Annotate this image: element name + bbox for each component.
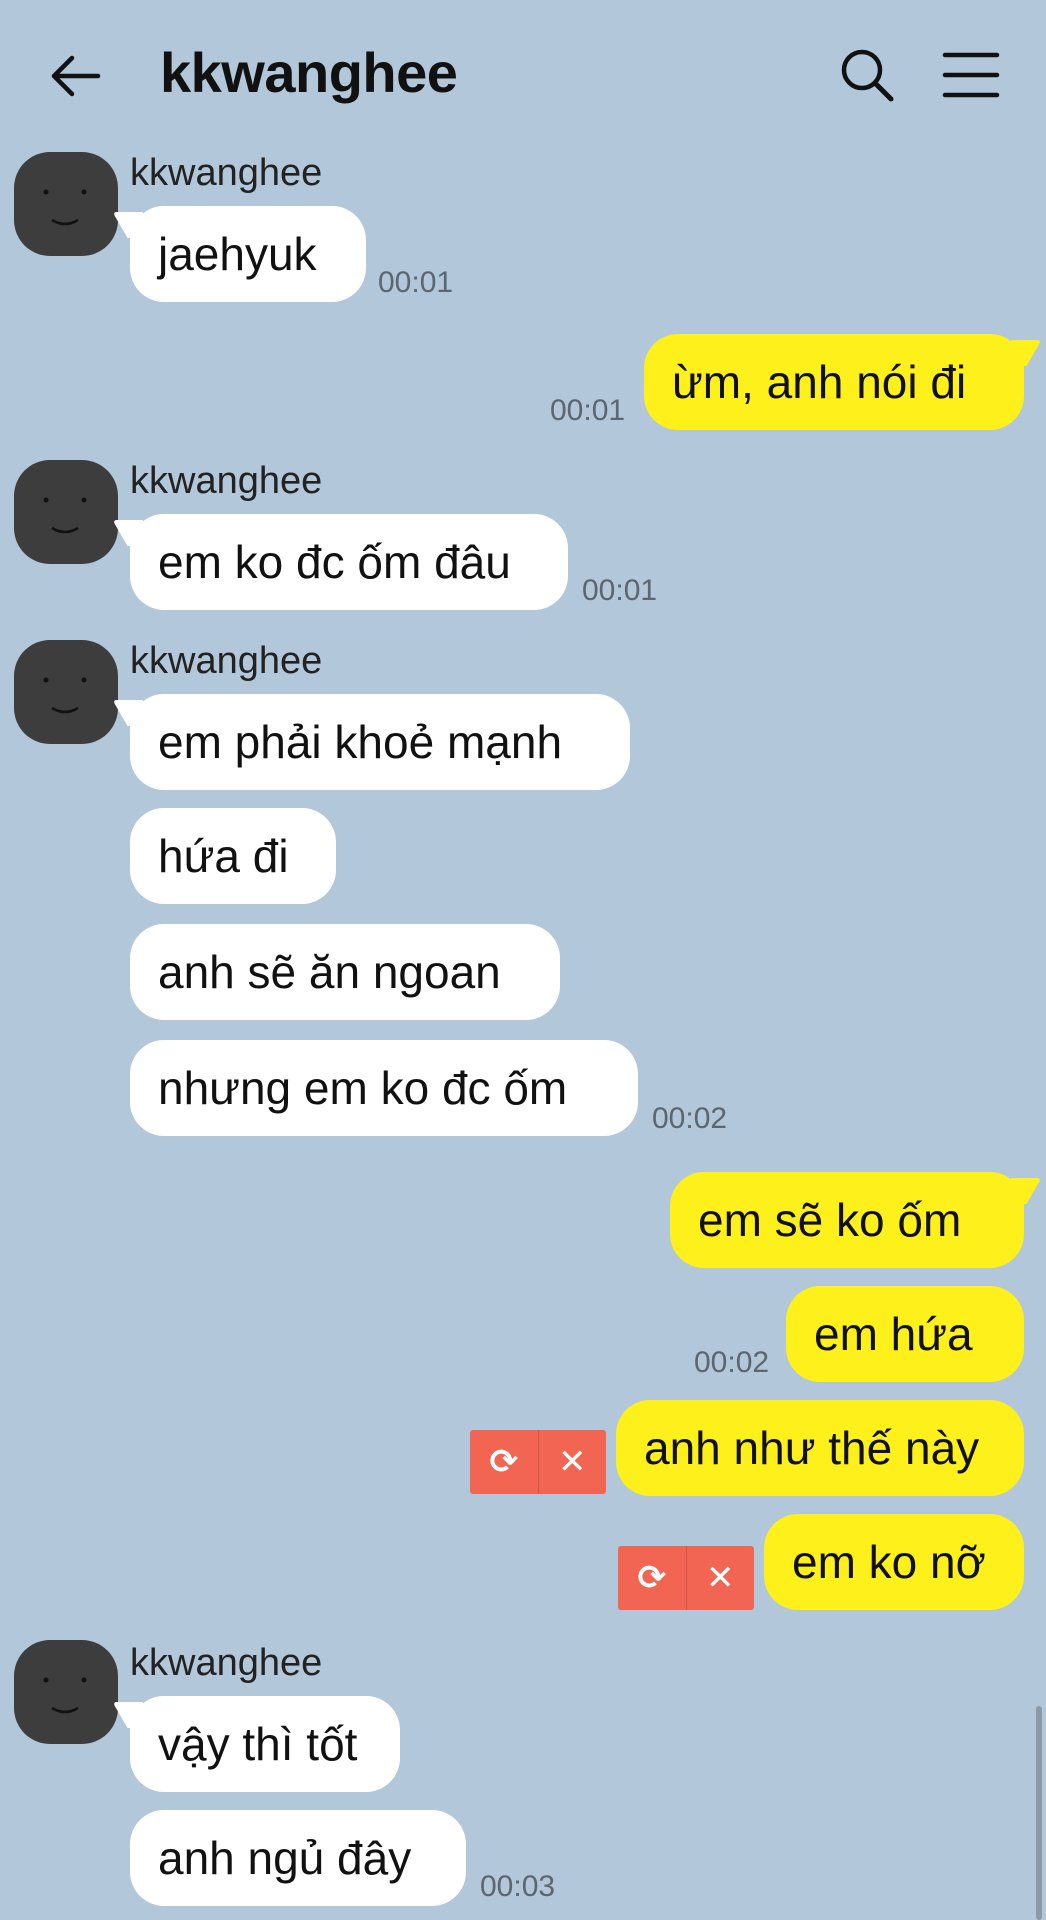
message-time: 00:01 <box>378 266 454 299</box>
avatar[interactable] <box>14 640 118 744</box>
message-time: 00:01 <box>550 394 626 427</box>
outgoing-message[interactable]: ừm, anh nói đi <box>644 334 1024 430</box>
sender-name: kkwanghee <box>130 640 323 682</box>
outgoing-message[interactable]: anh như thế này <box>616 1400 1024 1496</box>
outgoing-message[interactable]: em hứa <box>786 1286 1024 1382</box>
incoming-message[interactable]: em ko đc ốm đâu <box>130 514 568 610</box>
outgoing-message[interactable]: em ko nỡ <box>764 1514 1024 1610</box>
message-list[interactable]: kkwanghee jaehyuk 00:01 00:01 ừm, anh nó… <box>0 0 1046 1920</box>
avatar[interactable] <box>14 460 118 564</box>
avatar[interactable] <box>14 1640 118 1744</box>
message-time: 00:02 <box>652 1102 728 1135</box>
face-icon <box>43 497 87 534</box>
message-time: 00:01 <box>582 574 658 607</box>
incoming-message[interactable]: jaehyuk <box>130 206 366 302</box>
face-icon <box>43 677 87 714</box>
incoming-message[interactable]: anh ngủ đây <box>130 1810 466 1906</box>
sender-name: kkwanghee <box>130 460 323 502</box>
message-time: 00:02 <box>694 1346 770 1379</box>
incoming-message[interactable]: hứa đi <box>130 808 336 904</box>
failed-message-actions: ⟳ ✕ <box>618 1546 754 1610</box>
incoming-message[interactable]: em phải khoẻ mạnh <box>130 694 630 790</box>
delete-button[interactable]: ✕ <box>537 1430 607 1494</box>
face-icon <box>43 1677 87 1714</box>
avatar[interactable] <box>14 152 118 256</box>
sender-name: kkwanghee <box>130 1642 323 1684</box>
scrollbar[interactable] <box>1036 1706 1042 1920</box>
sender-name: kkwanghee <box>130 152 323 194</box>
retry-icon: ⟳ <box>489 1443 519 1481</box>
incoming-message[interactable]: vậy thì tốt <box>130 1696 400 1792</box>
close-icon: ✕ <box>706 1559 735 1597</box>
retry-button[interactable]: ⟳ <box>470 1430 538 1494</box>
incoming-message[interactable]: nhưng em ko đc ốm <box>130 1040 638 1136</box>
delete-button[interactable]: ✕ <box>685 1546 755 1610</box>
retry-button[interactable]: ⟳ <box>618 1546 686 1610</box>
close-icon: ✕ <box>558 1443 587 1481</box>
face-icon <box>43 189 87 226</box>
message-time: 00:03 <box>480 1870 556 1903</box>
retry-icon: ⟳ <box>637 1559 667 1597</box>
failed-message-actions: ⟳ ✕ <box>470 1430 606 1494</box>
incoming-message[interactable]: anh sẽ ăn ngoan <box>130 924 560 1020</box>
outgoing-message[interactable]: em sẽ ko ốm <box>670 1172 1024 1268</box>
